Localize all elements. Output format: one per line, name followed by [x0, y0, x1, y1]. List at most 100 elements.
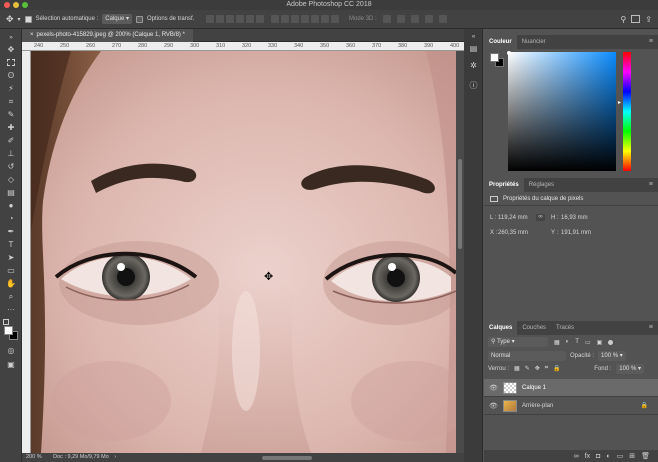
eraser-icon[interactable]: ◇ — [5, 174, 17, 186]
blend-mode-dropdown[interactable]: Normal — [488, 350, 566, 361]
zoom-level[interactable]: 200 % — [26, 454, 42, 460]
tab-color[interactable]: Couleur — [484, 35, 517, 49]
status-arrow-icon[interactable]: › — [114, 454, 116, 460]
info-panel-icon[interactable]: ⓘ — [468, 80, 479, 91]
pen-icon[interactable]: ✒ — [5, 226, 17, 238]
width-value[interactable]: 119,24 mm — [498, 215, 528, 221]
tab-layers[interactable]: Calques — [484, 321, 518, 335]
tab-properties[interactable]: Propriétés — [484, 178, 524, 192]
properties-menu-icon[interactable]: ≡ — [649, 181, 653, 188]
align-top-icon[interactable] — [206, 15, 215, 23]
tab-paths[interactable]: Tracés — [551, 321, 579, 335]
auto-select-dropdown[interactable]: Calque ▾ — [102, 14, 132, 24]
visibility-eye-icon[interactable]: 👁 — [489, 384, 498, 392]
lock-transparent-icon[interactable]: ▦ — [514, 365, 520, 372]
move-tool-icon[interactable]: ✥ — [6, 14, 14, 25]
scrollbar-thumb[interactable] — [458, 159, 462, 249]
tab-channels[interactable]: Couches — [517, 321, 551, 335]
layers-menu-icon[interactable]: ≡ — [649, 324, 653, 331]
color-foreground-swatch[interactable] — [490, 53, 499, 62]
panel-menu-icon[interactable]: ≡ — [649, 38, 653, 45]
layer-row-calque-1[interactable]: 👁 Calque 1 — [484, 379, 658, 397]
vertical-scrollbar[interactable] — [456, 51, 464, 453]
align-bottom-icon[interactable] — [226, 15, 235, 23]
layer-name[interactable]: Arrière-plan — [522, 403, 553, 409]
foreground-color-swatch[interactable] — [4, 326, 13, 335]
auto-align-icon[interactable] — [331, 15, 340, 23]
align-middle-icon[interactable] — [216, 15, 225, 23]
3d-roll-icon[interactable] — [396, 15, 405, 23]
link-icon[interactable]: ∞ — [536, 214, 545, 221]
eyedropper-icon[interactable]: ✎ — [5, 109, 17, 121]
styles-panel-icon[interactable]: ✲ — [468, 60, 479, 71]
lock-all-icon[interactable]: 🔒 — [553, 365, 560, 372]
clone-stamp-icon[interactable]: ⊥ — [5, 148, 17, 160]
layer-name[interactable]: Calque 1 — [522, 385, 546, 391]
workspace-icon[interactable] — [631, 15, 641, 23]
healing-brush-icon[interactable]: ✚ — [5, 122, 17, 134]
maximize-window-button[interactable] — [22, 2, 28, 8]
new-layer-icon[interactable]: ⊞ — [629, 452, 635, 460]
tab-swatches[interactable]: Nuancier — [517, 35, 551, 49]
layer-filter-dropdown[interactable]: ⚲ Type ▾ — [488, 337, 548, 347]
minimize-window-button[interactable] — [13, 2, 19, 8]
move-icon[interactable]: ✥ — [5, 44, 17, 56]
filter-adjustment-icon[interactable]: ◐ — [566, 339, 570, 345]
link-layers-icon[interactable]: ∞ — [574, 453, 579, 460]
collapse-tools-icon[interactable]: » — [5, 32, 17, 44]
y-value[interactable]: 191,91 mm — [561, 230, 591, 236]
brush-icon[interactable]: ✐ — [5, 135, 17, 147]
hue-slider[interactable] — [623, 52, 631, 171]
history-brush-icon[interactable]: ↺ — [5, 161, 17, 173]
shape-icon[interactable]: ▭ — [5, 265, 17, 277]
close-window-button[interactable] — [4, 2, 10, 8]
align-left-icon[interactable] — [236, 15, 245, 23]
filter-type-icon[interactable]: T — [575, 339, 579, 345]
collapse-panels-icon[interactable]: « — [468, 32, 479, 43]
distribute-top-icon[interactable] — [271, 15, 280, 23]
color-picker-field[interactable] — [508, 52, 616, 171]
history-panel-icon[interactable]: ▤ — [468, 43, 479, 54]
distribute-bottom-icon[interactable] — [291, 15, 300, 23]
marquee-icon[interactable] — [5, 57, 17, 69]
add-mask-icon[interactable]: ◘ — [596, 453, 600, 460]
transform-controls-checkbox[interactable] — [135, 15, 143, 23]
distribute-left-icon[interactable] — [301, 15, 310, 23]
search-icon[interactable]: ⚲ — [620, 15, 626, 24]
path-selection-icon[interactable]: ➤ — [5, 252, 17, 264]
filter-pixel-icon[interactable]: ▦ — [554, 339, 560, 346]
hand-icon[interactable]: ✋ — [5, 278, 17, 290]
horizontal-scrollbar-thumb[interactable] — [262, 456, 312, 460]
align-center-icon[interactable] — [246, 15, 255, 23]
zoom-icon[interactable]: ⌕ — [5, 291, 17, 303]
document-canvas[interactable]: ✥ — [31, 51, 456, 453]
filter-shape-icon[interactable]: ▭ — [585, 339, 591, 346]
layer-style-icon[interactable]: fx — [585, 453, 590, 460]
lock-artboard-icon[interactable]: ⌗ — [545, 365, 548, 372]
filter-smart-icon[interactable]: ▣ — [597, 339, 603, 346]
lock-pixels-icon[interactable]: ✎ — [525, 365, 530, 372]
3d-pan-icon[interactable] — [410, 15, 419, 23]
3d-slide-icon[interactable] — [424, 15, 433, 23]
x-value[interactable]: 260,35 mm — [498, 230, 528, 236]
hue-slider-handle-icon[interactable]: ▸ — [618, 99, 621, 106]
distribute-middle-icon[interactable] — [281, 15, 290, 23]
quick-mask-icon[interactable]: ◎ — [5, 345, 17, 357]
blur-icon[interactable]: ● — [5, 200, 17, 212]
filter-toggle-icon[interactable] — [608, 339, 614, 345]
share-icon[interactable]: ⇪ — [645, 15, 652, 24]
horizontal-ruler[interactable]: 240 250 260 270 280 290 300 310 320 330 340 350 360 3… — [22, 42, 464, 51]
visibility-eye-icon[interactable]: 👁 — [489, 402, 498, 410]
adjustment-layer-icon[interactable]: ◐ — [606, 453, 610, 460]
magic-wand-icon[interactable]: ⚡ — [5, 83, 17, 95]
distribute-right-icon[interactable] — [321, 15, 330, 23]
distribute-center-icon[interactable] — [311, 15, 320, 23]
fill-field[interactable]: 100 % ▾ — [616, 363, 644, 374]
type-icon[interactable]: T — [5, 239, 17, 251]
default-colors-icon[interactable] — [3, 319, 9, 325]
new-group-icon[interactable]: ▭ — [617, 452, 624, 460]
layer-row-background[interactable]: 👁 Arrière-plan 🔒 — [484, 397, 658, 415]
screen-mode-icon[interactable]: ▣ — [5, 359, 17, 371]
auto-select-checkbox[interactable] — [24, 15, 32, 23]
vertical-ruler[interactable] — [22, 51, 31, 453]
